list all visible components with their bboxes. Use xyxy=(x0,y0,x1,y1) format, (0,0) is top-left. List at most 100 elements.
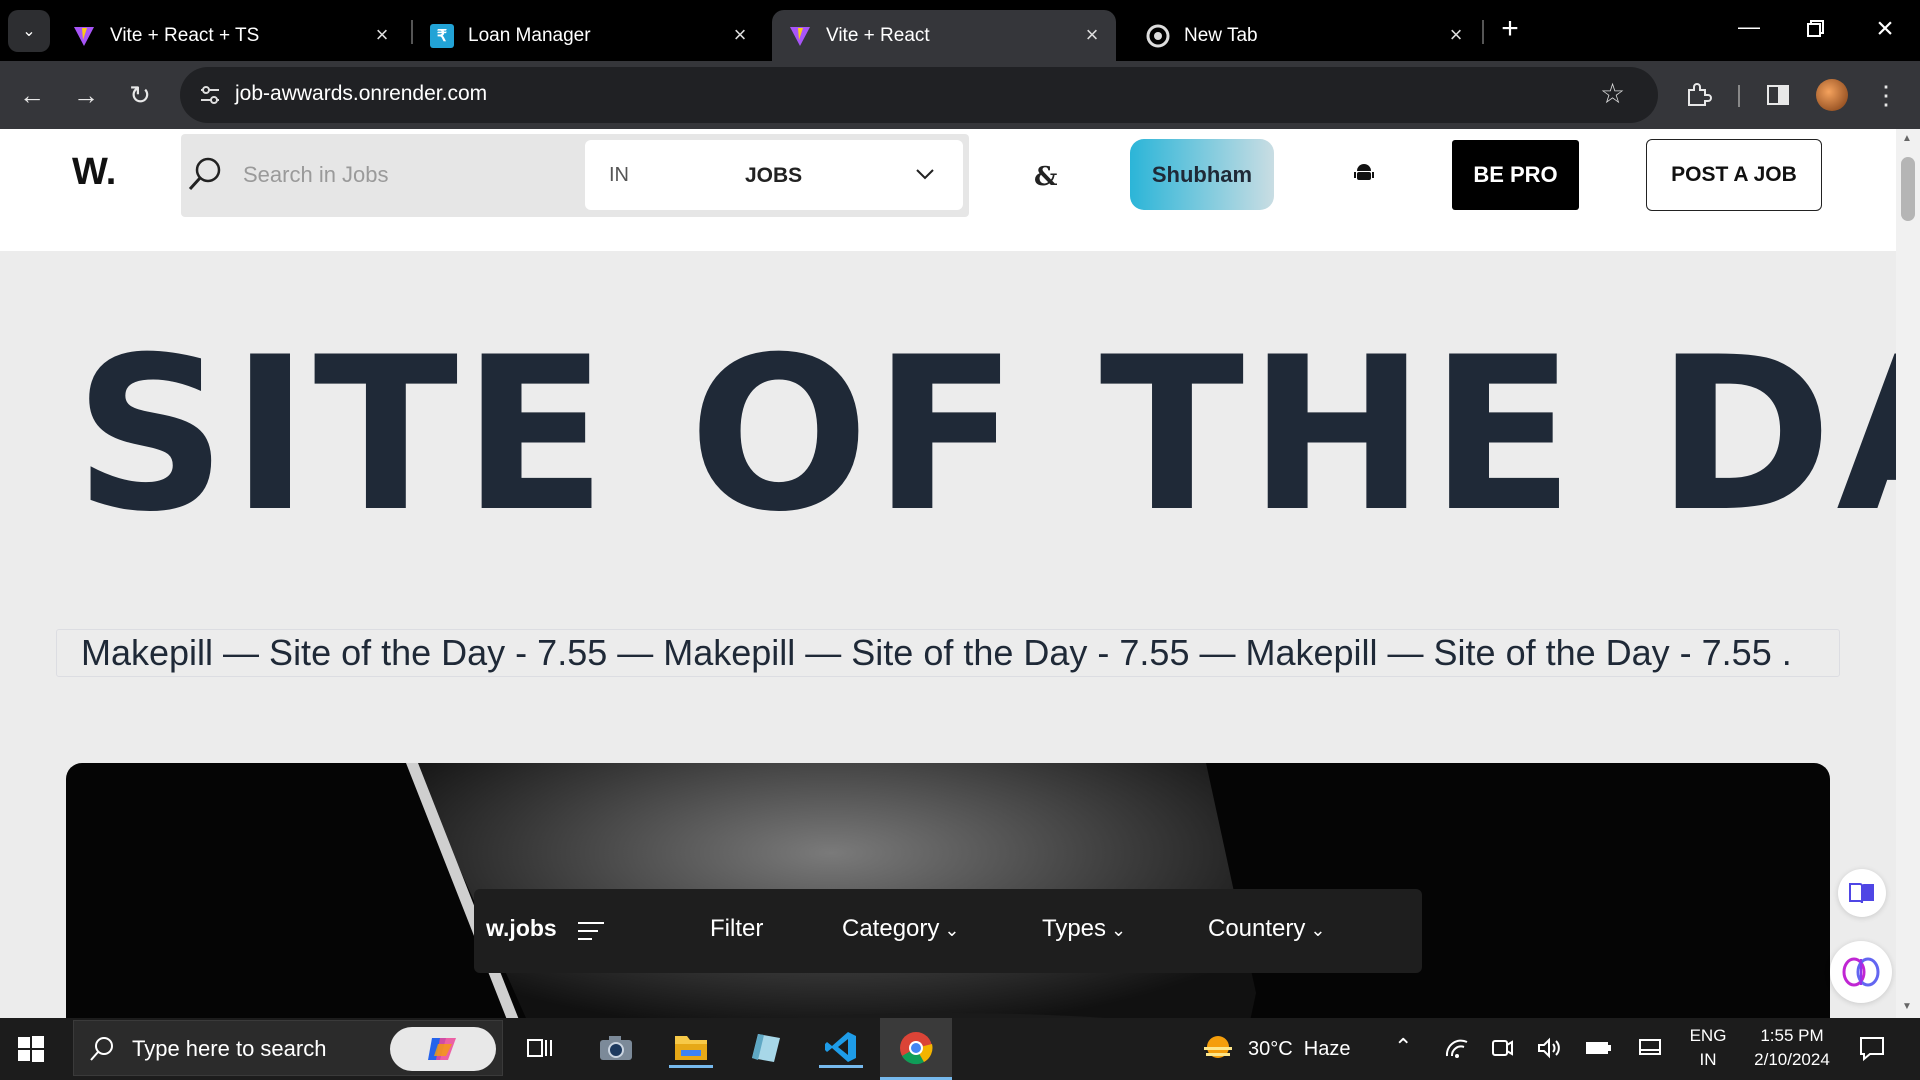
tab-bar: ⌄ Vite + React + TS × ₹ Loan Manager × V… xyxy=(0,0,1920,61)
tab-search-button[interactable]: ⌄ xyxy=(8,10,50,52)
notes-app-icon[interactable] xyxy=(744,1028,788,1068)
nav-types-label: Types xyxy=(1042,915,1107,942)
profile-avatar[interactable] xyxy=(1814,77,1850,113)
close-icon[interactable]: × xyxy=(728,23,752,47)
new-tab-button[interactable]: + xyxy=(1494,14,1526,46)
region-text: IN xyxy=(1699,1050,1717,1069)
windows-taskbar: Type here to search 30°C Haze ⌃ ENG IN 1… xyxy=(0,1018,1920,1080)
search-input[interactable] xyxy=(243,156,583,194)
vscode-icon[interactable] xyxy=(819,1028,863,1068)
bookmark-star-icon[interactable]: ☆ xyxy=(1600,77,1625,110)
selector-prefix: IN xyxy=(609,164,629,186)
close-icon[interactable]: × xyxy=(370,23,394,47)
network-icon[interactable] xyxy=(1444,1036,1470,1060)
be-pro-button[interactable]: BE PRO xyxy=(1452,140,1579,210)
site-of-day-marquee: Makepill — Site of the Day - 7.55 — Make… xyxy=(56,629,1840,677)
notification-icon[interactable] xyxy=(1858,1034,1886,1062)
tab-vite-react[interactable]: Vite + React × xyxy=(772,10,1116,61)
chevron-down-icon: ⌄ xyxy=(939,920,960,940)
site-header: W. IN JOBS & Shubham BE PRO POST A JOB xyxy=(0,129,1896,251)
chevron-up-icon[interactable]: ⌃ xyxy=(1394,1034,1412,1060)
browser-toolbar: ← → ↻ job-awwards.onrender.com ☆ ⋮ xyxy=(0,61,1920,129)
task-view-icon[interactable] xyxy=(518,1028,562,1068)
site-logo[interactable]: W. xyxy=(72,151,116,194)
url-text[interactable]: job-awwards.onrender.com xyxy=(235,82,487,106)
language-text: ENG xyxy=(1689,1026,1727,1045)
filter-navbar: w.jobs Filter Category ⌄ Types ⌄ Counter… xyxy=(474,889,1422,973)
back-button[interactable]: ← xyxy=(14,77,50,113)
battery-icon[interactable] xyxy=(1584,1038,1612,1058)
scroll-up-arrow[interactable]: ▲ xyxy=(1902,133,1912,144)
search-icon xyxy=(185,154,225,194)
taskbar-search[interactable]: Type here to search xyxy=(73,1020,503,1076)
tab-separator xyxy=(1482,20,1484,44)
selector-value: JOBS xyxy=(745,164,803,187)
puzzle-icon xyxy=(1688,83,1712,106)
rupee-icon: ₹ xyxy=(430,23,454,48)
display-icon[interactable] xyxy=(1638,1036,1662,1060)
vite-icon xyxy=(788,24,812,48)
reload-button[interactable]: ↻ xyxy=(122,77,158,113)
tab-title: New Tab xyxy=(1184,24,1258,46)
file-explorer-icon[interactable] xyxy=(669,1028,713,1068)
search-icon xyxy=(88,1035,116,1063)
search-category-select[interactable]: IN JOBS xyxy=(585,140,963,210)
chevron-down-icon xyxy=(913,162,937,186)
clock[interactable]: 1:55 PM 2/10/2024 xyxy=(1740,1026,1844,1070)
close-icon[interactable]: × xyxy=(1444,23,1468,47)
ai-assistant-button[interactable] xyxy=(1830,941,1892,1003)
browser-menu-button[interactable]: ⋮ xyxy=(1868,77,1904,113)
menu-icon[interactable] xyxy=(576,919,606,943)
weather-widget[interactable]: 30°C Haze xyxy=(1200,1032,1351,1066)
site-settings-icon[interactable] xyxy=(196,81,224,109)
post-job-button[interactable]: POST A JOB xyxy=(1646,139,1822,211)
chevron-down-icon: ⌄ xyxy=(1305,920,1326,940)
forward-button[interactable]: → xyxy=(68,77,104,113)
hero-title: SITE OF THE DAY xyxy=(74,311,1896,558)
ampersand-icon[interactable]: & xyxy=(1034,162,1057,192)
windows-icon xyxy=(18,1036,44,1062)
chrome-taskbar-icon[interactable] xyxy=(880,1018,952,1080)
page-scrollbar[interactable]: ▲ ▼ xyxy=(1896,129,1920,1018)
tab-title: Vite + React + TS xyxy=(110,24,260,46)
kebab-menu-icon: ⋮ xyxy=(1873,79,1899,110)
chrome-icon xyxy=(1146,24,1170,48)
arrow-right-icon: → xyxy=(73,79,99,110)
language-indicator[interactable]: ENG IN xyxy=(1686,1026,1730,1070)
nav-country-label: Countery xyxy=(1208,915,1306,942)
minimize-button[interactable]: — xyxy=(1734,14,1764,44)
start-button[interactable] xyxy=(16,1034,46,1064)
address-bar[interactable]: job-awwards.onrender.com ☆ xyxy=(180,67,1658,123)
side-panel-icon xyxy=(1767,85,1789,105)
user-button[interactable]: Shubham xyxy=(1130,139,1274,210)
toolbar-divider xyxy=(1738,85,1740,107)
tab-new-tab[interactable]: New Tab × xyxy=(1130,10,1480,61)
scrollbar-thumb[interactable] xyxy=(1901,157,1915,221)
side-panel-button[interactable] xyxy=(1760,77,1796,113)
weather-text: 30°C Haze xyxy=(1248,1037,1351,1060)
android-icon[interactable] xyxy=(1352,161,1376,185)
copilot-icon[interactable] xyxy=(390,1027,496,1071)
tab-loan-manager[interactable]: ₹ Loan Manager × xyxy=(414,10,764,61)
camera-app-icon[interactable] xyxy=(594,1028,638,1068)
close-icon[interactable]: × xyxy=(1080,23,1104,47)
nav-types[interactable]: Types ⌄ xyxy=(1042,915,1126,943)
sun-haze-icon xyxy=(1200,1033,1236,1065)
window-close-button[interactable]: × xyxy=(1870,12,1900,45)
meet-now-icon[interactable] xyxy=(1490,1036,1514,1060)
brain-icon xyxy=(1842,957,1880,987)
nav-category[interactable]: Category ⌄ xyxy=(842,915,959,943)
date-text: 2/10/2024 xyxy=(1754,1050,1830,1069)
nav-filter[interactable]: Filter xyxy=(710,915,763,943)
vite-icon xyxy=(72,24,96,48)
arrow-left-icon: ← xyxy=(19,79,45,110)
volume-icon[interactable] xyxy=(1536,1036,1562,1060)
reader-mode-button[interactable] xyxy=(1838,869,1886,917)
navbar-brand[interactable]: w.jobs xyxy=(486,915,557,942)
nav-country[interactable]: Countery ⌄ xyxy=(1208,915,1325,943)
restore-button[interactable] xyxy=(1800,14,1830,44)
tab-vite-react-ts[interactable]: Vite + React + TS × xyxy=(56,10,406,61)
scroll-down-arrow[interactable]: ▼ xyxy=(1902,1001,1912,1012)
nav-category-label: Category xyxy=(842,915,940,942)
extensions-button[interactable] xyxy=(1680,77,1716,113)
